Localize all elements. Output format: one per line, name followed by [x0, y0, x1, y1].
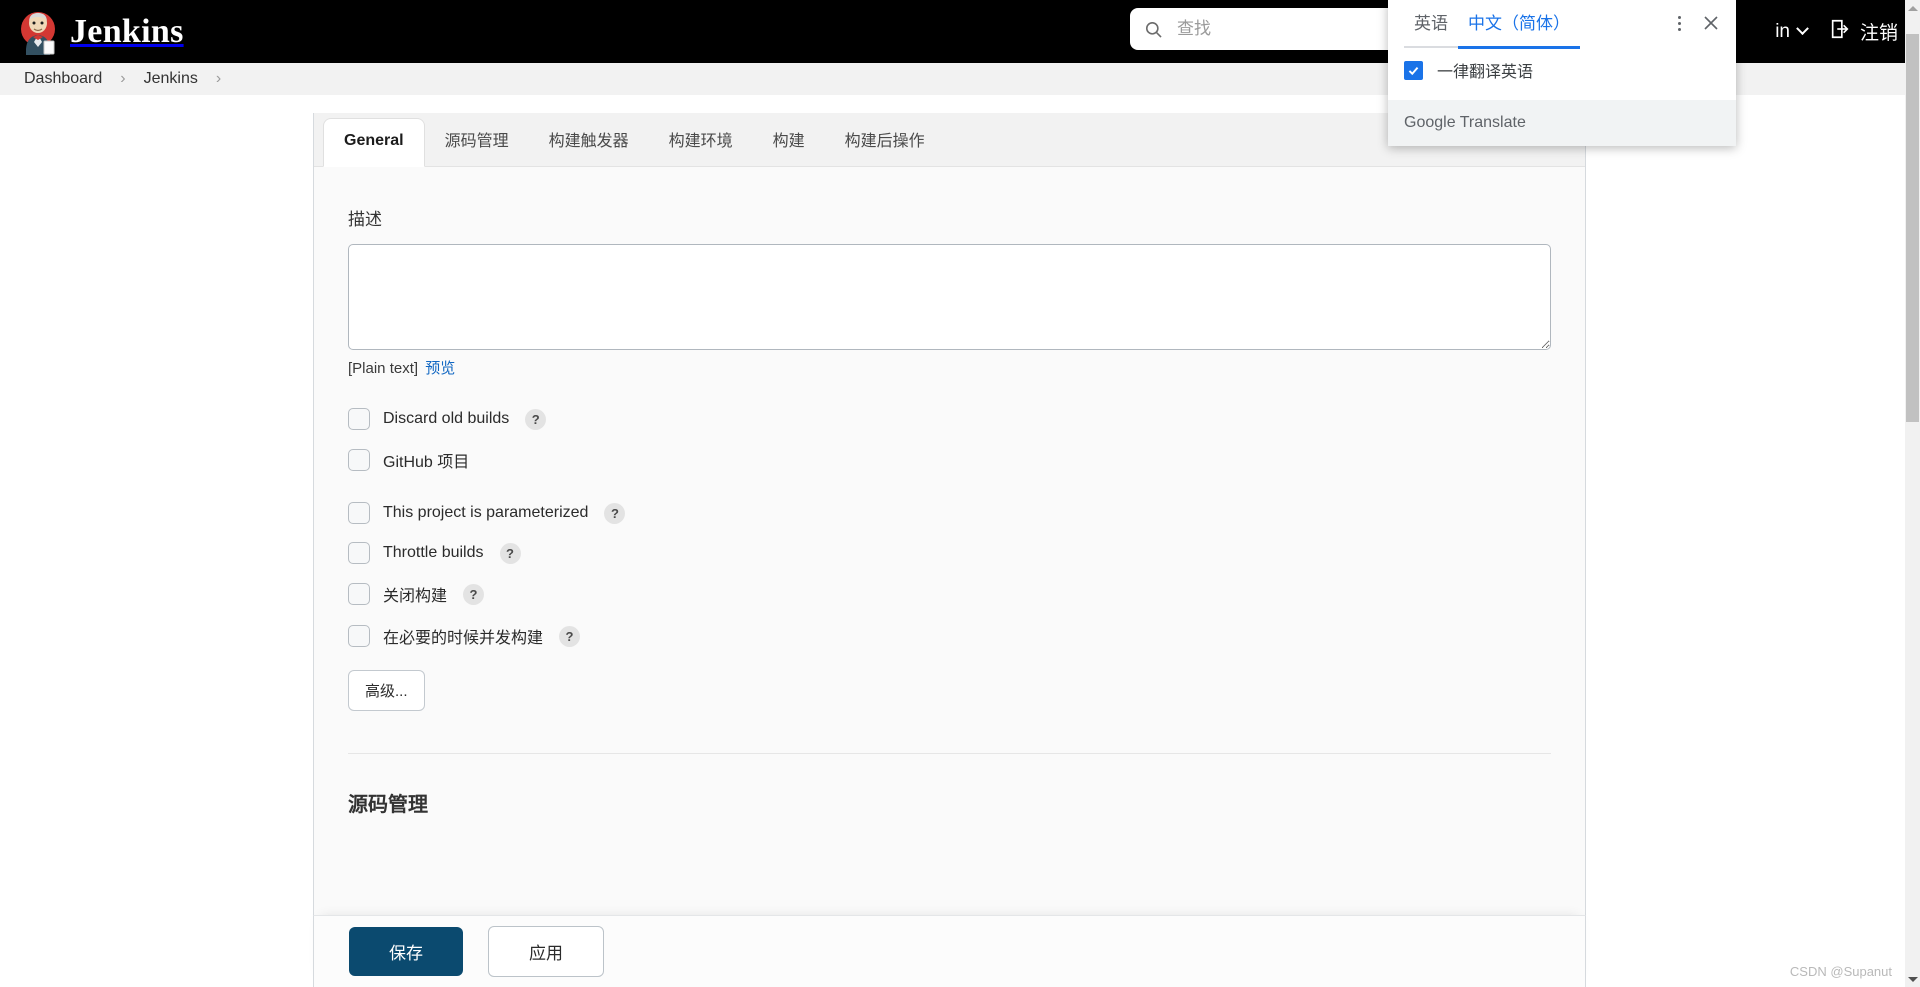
page-body: General 源码管理 构建触发器 构建环境 构建 构建后操作 描述 [Pla… [0, 95, 1905, 987]
checkbox-row-discard-old-builds[interactable]: Discard old builds ? [348, 408, 1551, 430]
jenkins-butler-logo-icon [18, 9, 60, 55]
close-icon[interactable] [1694, 6, 1728, 40]
watermark: CSDN @Supanut [1789, 964, 1892, 979]
checkbox-github-project[interactable] [348, 449, 370, 471]
checkbox-label-concurrent-builds: 在必要的时候并发构建 [383, 630, 544, 647]
checkbox-concurrent-builds[interactable] [348, 625, 370, 647]
form-actions-bar: 保存 应用 [313, 915, 1586, 987]
translate-popup-body: 一律翻译英语 [1388, 46, 1736, 100]
kebab-menu-icon[interactable] [1664, 8, 1694, 38]
checkbox-row-throttle-builds[interactable]: Throttle builds ? [348, 542, 1551, 564]
tab-general[interactable]: General [323, 118, 425, 167]
checkbox-row-parameterized[interactable]: This project is parameterized ? [348, 502, 1551, 524]
scroll-down-arrow-icon[interactable] [1905, 971, 1920, 987]
google-translate-popup: 英语 中文（简体） 一律翻译英语 Google Translate [1388, 0, 1736, 146]
preview-link[interactable]: 预览 [425, 360, 455, 377]
plain-text-note: [Plain text] [348, 360, 419, 377]
help-icon-concurrent-builds[interactable]: ? [559, 625, 581, 647]
breadcrumb-item-jenkins[interactable]: Jenkins [138, 70, 204, 88]
search-icon [1144, 20, 1163, 39]
always-translate-checkbox[interactable] [1404, 60, 1423, 80]
logout-arrow-icon [1829, 18, 1851, 46]
brand-title: Jenkins [70, 12, 184, 50]
scrollbar-thumb[interactable] [1906, 34, 1919, 422]
help-icon-disable-build[interactable]: ? [463, 583, 485, 605]
scm-section-heading: 源码管理 [348, 794, 428, 816]
help-icon-throttle-builds[interactable]: ? [499, 542, 521, 564]
header-right-actions: in 注销 [1775, 0, 1920, 63]
always-translate-label: 一律翻译英语 [1437, 64, 1534, 81]
checkbox-disable-build[interactable] [348, 583, 370, 605]
tab-build-environment[interactable]: 构建环境 [649, 113, 753, 166]
logout-button[interactable]: 注销 [1829, 18, 1898, 46]
breadcrumb-separator-icon: › [120, 70, 126, 87]
chevron-down-icon [1796, 22, 1809, 36]
help-icon-parameterized[interactable]: ? [604, 502, 626, 524]
logout-label: 注销 [1859, 23, 1898, 44]
translate-popup-header: 英语 中文（简体） [1388, 0, 1736, 49]
tab-build-triggers[interactable]: 构建触发器 [529, 113, 649, 166]
tab-post-build-actions[interactable]: 构建后操作 [825, 113, 945, 166]
general-form: 描述 [Plain text] 预览 Discard old builds ? … [314, 167, 1585, 913]
checkbox-row-concurrent-builds[interactable]: 在必要的时候并发构建 ? [348, 624, 1551, 648]
checkbox-label-github-project: GitHub 项目 [383, 454, 470, 471]
checkbox-discard-old-builds[interactable] [348, 408, 370, 430]
translate-tab-chinese-simplified[interactable]: 中文（简体） [1458, 0, 1580, 49]
user-menu-label: in [1775, 20, 1790, 42]
checkbox-label-disable-build: 关闭构建 [383, 588, 448, 605]
description-format-row: [Plain text] 预览 [348, 357, 1551, 378]
translate-popup-footer: Google Translate [1388, 100, 1736, 146]
job-config-card: General 源码管理 构建触发器 构建环境 构建 构建后操作 描述 [Pla… [313, 113, 1586, 987]
description-input[interactable] [348, 244, 1551, 350]
breadcrumb-item-dashboard[interactable]: Dashboard [18, 70, 108, 88]
translate-tab-english[interactable]: 英语 [1404, 0, 1458, 48]
breadcrumb-separator-icon-2: › [215, 70, 222, 87]
brand-home-link[interactable]: Jenkins [18, 9, 184, 55]
advanced-button[interactable]: 高级... [348, 670, 425, 711]
checkbox-label-parameterized: This project is parameterized [383, 504, 589, 521]
help-icon-discard-old-builds[interactable]: ? [525, 408, 547, 430]
apply-button[interactable]: 应用 [488, 926, 604, 977]
checkbox-parameterized[interactable] [348, 502, 370, 524]
tab-build[interactable]: 构建 [753, 113, 825, 166]
section-divider [348, 753, 1551, 754]
checkbox-row-github-project[interactable]: GitHub 项目 [348, 448, 1551, 472]
scroll-up-arrow-icon[interactable] [1905, 0, 1920, 16]
checkbox-row-disable-build[interactable]: 关闭构建 ? [348, 582, 1551, 606]
checkbox-throttle-builds[interactable] [348, 542, 370, 564]
checkbox-label-throttle-builds: Throttle builds [383, 544, 484, 561]
description-label: 描述 [348, 210, 382, 229]
tab-source-code-management[interactable]: 源码管理 [425, 113, 529, 166]
page-scrollbar[interactable] [1905, 0, 1920, 987]
checkbox-label-discard-old-builds: Discard old builds [383, 410, 510, 427]
save-button[interactable]: 保存 [349, 927, 463, 976]
user-menu[interactable]: in [1775, 20, 1809, 43]
